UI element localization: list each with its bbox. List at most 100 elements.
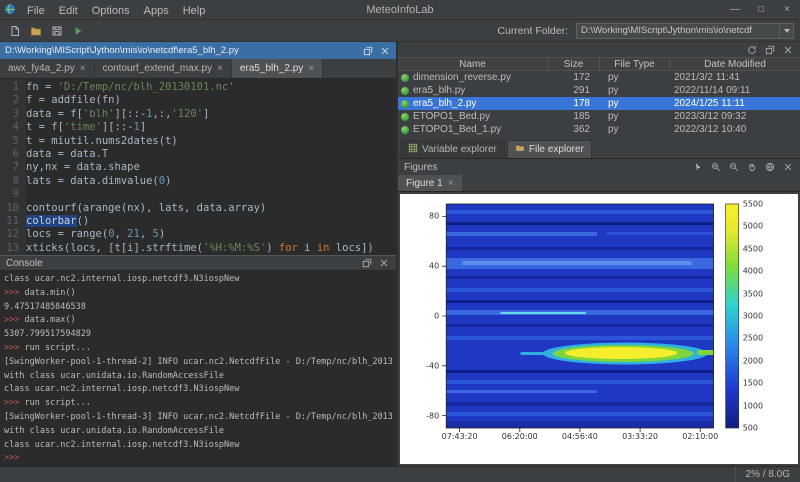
float-panel-icon[interactable]	[360, 257, 373, 270]
run-script-button[interactable]	[69, 22, 87, 40]
py-file-icon	[401, 113, 409, 121]
file-type-cell: py	[600, 98, 670, 109]
close-button[interactable]: ×	[774, 0, 800, 19]
code-text: lats = data.dimvalue(0)	[26, 175, 171, 188]
zoom-out-icon[interactable]	[727, 161, 740, 174]
new-file-button[interactable]	[6, 22, 24, 40]
memory-indicator[interactable]: 2% / 8.0G	[735, 467, 800, 482]
console-line: class ucar.nc2.internal.iosp.netcdf3.N3i…	[4, 273, 392, 287]
y-tick-marks	[442, 216, 446, 415]
code-line: 13xticks(locs, [t[i].strftime('%H:%M:%S'…	[0, 242, 396, 255]
select-cursor-icon[interactable]	[691, 161, 704, 174]
explorer-tab-bar: Variable explorerFile explorer	[398, 139, 800, 159]
x-tick-label: 02:10:00	[682, 432, 718, 441]
column-header-file-type[interactable]: File Type	[600, 58, 670, 70]
refresh-icon[interactable]	[745, 43, 758, 56]
code-line: 10contourf(arange(nx), lats, data.array)	[0, 202, 396, 215]
float-panel-icon[interactable]	[763, 43, 776, 56]
console-output[interactable]: class ucar.nc2.internal.iosp.netcdf3.N3i…	[0, 271, 396, 466]
file-date-cell: 2022/11/14 09:11	[670, 85, 800, 96]
column-header-date-modified[interactable]: Date Modified	[670, 58, 800, 70]
menu-file[interactable]: File	[20, 3, 52, 19]
menu-help[interactable]: Help	[176, 3, 213, 19]
editor-tab[interactable]: awx_fy4a_2.py×	[0, 59, 95, 78]
code-line: 11colorbar()	[0, 215, 396, 228]
zoom-in-icon[interactable]	[709, 161, 722, 174]
code-text: colorbar()	[26, 215, 89, 228]
console-line: class ucar.nc2.internal.iosp.netcdf3.N3i…	[4, 439, 392, 453]
editor-tab[interactable]: contourf_extend_max.py ×	[95, 59, 232, 78]
colorbar-tick-label: 3000	[743, 312, 763, 321]
minimize-button[interactable]: —	[722, 0, 748, 19]
current-folder-label: Current Folder:	[497, 25, 573, 37]
colorbar-tick-label: 5000	[743, 222, 763, 231]
file-type-cell: py	[600, 72, 670, 83]
menu-options[interactable]: Options	[85, 3, 137, 19]
current-folder-value: D:\Working\MIScript\Jython\mis\io\netcdf	[577, 25, 779, 36]
code-editor[interactable]: 1fn = 'D:/Temp/nc/blh_20130101.nc'2f = a…	[0, 79, 396, 255]
console-line: 5307.799517594829	[4, 328, 392, 342]
file-name-cell: ETOPO1_Bed.py	[398, 111, 548, 122]
menu-apps[interactable]: Apps	[137, 3, 176, 19]
colorbar-tick-label: 500	[743, 424, 758, 433]
column-header-size[interactable]: Size	[548, 58, 600, 70]
code-text: contourf(arange(nx), lats, data.array)	[26, 202, 266, 215]
figures-title: Figures	[404, 162, 686, 173]
close-panel-icon[interactable]	[377, 257, 390, 270]
file-type-cell: py	[600, 111, 670, 122]
close-tab-icon[interactable]: ×	[308, 63, 314, 74]
file-name-cell: era5_blh_2.py	[398, 98, 548, 109]
save-button[interactable]	[48, 22, 66, 40]
y-tick-label: -80	[426, 411, 439, 420]
code-text: data = data.T	[26, 148, 108, 161]
figure-canvas[interactable]: 80400-40-8007:43:2006:20:0004:56:4003:33…	[400, 194, 798, 464]
close-panel-icon[interactable]	[378, 44, 391, 57]
folder-icon	[515, 143, 525, 156]
editor-tab-label: contourf_extend_max.py	[103, 63, 213, 74]
float-panel-icon[interactable]	[361, 44, 374, 57]
table-row[interactable]: ETOPO1_Bed.py185py2023/3/12 09:32	[398, 110, 800, 123]
console-line: >>> run script...	[4, 342, 392, 356]
close-tab-icon[interactable]: ×	[448, 178, 454, 189]
current-folder-combobox[interactable]: D:\Working\MIScript\Jython\mis\io\netcdf	[576, 23, 794, 39]
editor-tab-label: era5_blh_2.py	[240, 63, 303, 74]
figure-plot	[400, 194, 798, 464]
line-number: 5	[0, 135, 26, 148]
open-file-button[interactable]	[27, 22, 45, 40]
line-number: 13	[0, 242, 26, 255]
maximize-button[interactable]: □	[748, 0, 774, 19]
console-line: [SwingWorker-pool-1-thread-2] INFO ucar.…	[4, 356, 392, 370]
column-header-name[interactable]: Name	[398, 58, 548, 70]
dropdown-arrow-icon[interactable]	[779, 24, 793, 38]
close-tab-icon[interactable]: ×	[217, 63, 223, 74]
y-tick-label: 40	[429, 262, 439, 271]
code-line: 7ny,nx = data.shape	[0, 161, 396, 174]
line-number: 1	[0, 81, 26, 94]
table-row[interactable]: era5_blh_2.py178py2024/1/25 11:11	[398, 97, 800, 110]
figure-tab[interactable]: Figure 1 ×	[398, 175, 462, 191]
close-panel-icon[interactable]	[781, 43, 794, 56]
code-text: f = addfile(fn)	[26, 94, 121, 107]
tab-file-explorer[interactable]: File explorer	[507, 140, 592, 158]
close-tab-icon[interactable]: ×	[80, 63, 86, 74]
table-row[interactable]: era5_blh.py291py2022/11/14 09:11	[398, 84, 800, 97]
close-panel-icon[interactable]	[781, 161, 794, 174]
full-extent-icon[interactable]	[763, 161, 776, 174]
console-line: [SwingWorker-pool-1-thread-3] INFO ucar.…	[4, 411, 392, 425]
table-row[interactable]: dimension_reverse.py172py2021/3/2 11:41	[398, 71, 800, 84]
colorbar-tick-label: 2500	[743, 334, 763, 343]
code-line: 5t = miutil.nums2dates(t)	[0, 135, 396, 148]
x-tick-label: 06:20:00	[502, 432, 538, 441]
file-size-cell: 178	[548, 98, 600, 109]
code-line: 1fn = 'D:/Temp/nc/blh_20130101.nc'	[0, 81, 396, 94]
menu-bar: FileEditOptionsAppsHelp MeteoInfoLab — □…	[0, 0, 800, 20]
table-row[interactable]: ETOPO1_Bed_1.py362py2022/3/12 10:40	[398, 123, 800, 136]
file-date-cell: 2021/3/2 11:41	[670, 72, 800, 83]
editor-tab[interactable]: era5_blh_2.py ×	[232, 59, 323, 78]
tab-variable-explorer[interactable]: Variable explorer	[400, 140, 505, 158]
editor-panel-header: D:\Working\MIScript\Jython\mis\io\netcdf…	[0, 42, 396, 59]
menu-edit[interactable]: Edit	[52, 3, 85, 19]
pan-hand-icon[interactable]	[745, 161, 758, 174]
menu-list: FileEditOptionsAppsHelp	[20, 1, 212, 19]
x-tick-label: 07:43:20	[442, 432, 478, 441]
